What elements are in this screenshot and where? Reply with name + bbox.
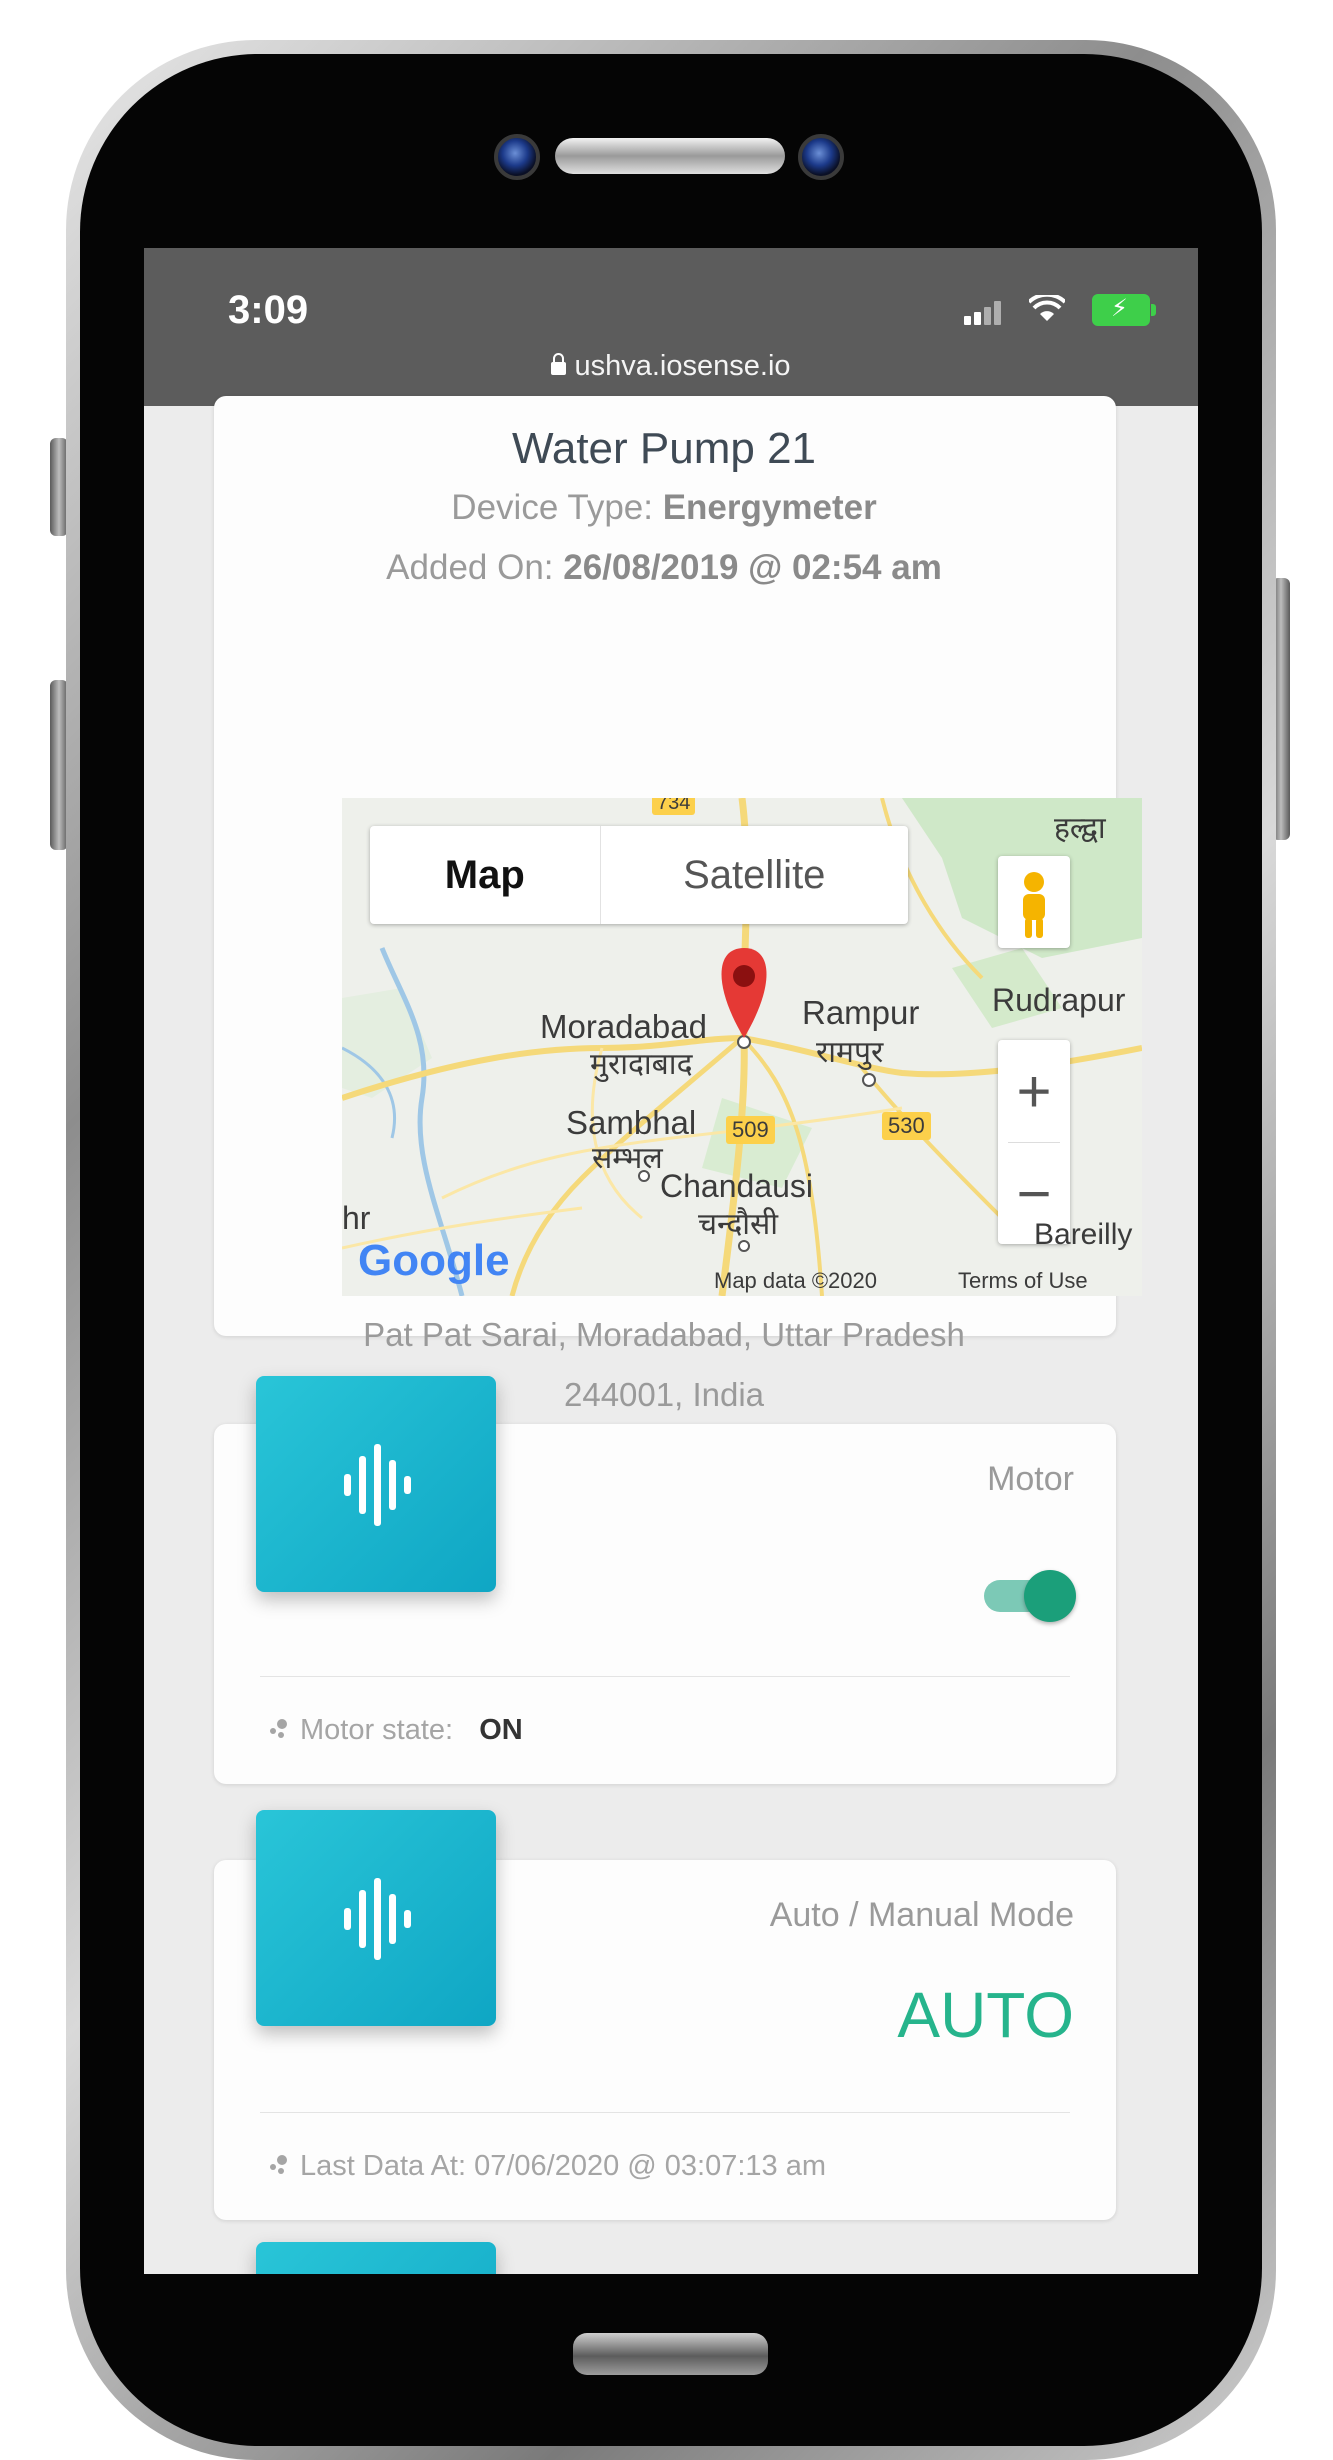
status-dots-icon (268, 2150, 288, 2174)
map-label-haldwani: हल्द्वा (1054, 812, 1106, 845)
map-label-hr: hr (342, 1200, 371, 1236)
phone-screen: 3:09 ⚡ ushva.iosense.io Water Pump 21 De… (144, 248, 1198, 2274)
lock-icon (551, 353, 567, 375)
map-terms-link[interactable]: Terms of Use (958, 1268, 1088, 1294)
zoom-divider (1008, 1142, 1060, 1143)
map-tab[interactable]: Map (370, 826, 601, 924)
map-label-rudrapur: Rudrapur (992, 982, 1126, 1018)
next-tile (256, 2242, 496, 2274)
status-time: 3:09 (228, 288, 309, 332)
motor-state: Motor state: ON (268, 1714, 523, 1747)
proximity-sensor (798, 134, 844, 180)
device-title: Water Pump 21 (511, 424, 817, 473)
wifi-icon (1027, 292, 1067, 332)
address-bar[interactable]: ushva.iosense.io (144, 350, 1198, 383)
added-on-value: 26/08/2019 @ 02:54 am (563, 548, 942, 587)
added-on: Added On: 26/08/2019 @ 02:54 am (214, 548, 1114, 588)
motor-toggle[interactable] (984, 1566, 1084, 1626)
device-type-label: Device Type: (451, 488, 663, 527)
address-line-1: Pat Pat Sarai, Moradabad, Uttar Pradesh (363, 1316, 965, 1353)
google-logo: Google (358, 1236, 510, 1285)
sound-wave-icon (344, 1878, 411, 1960)
map-label-bareilly: Bareilly (1034, 1218, 1133, 1251)
status-dots-icon (268, 1714, 288, 1738)
map-label-chandausi-hindi: चन्दौसी (698, 1208, 779, 1241)
map-label-road-509: 509 (726, 1116, 775, 1144)
map-label-road-734: 734 (652, 798, 696, 815)
mode-title: Auto / Manual Mode (769, 1896, 1074, 1934)
device-type: Device Type: Energymeter (214, 488, 1114, 528)
sound-wave-icon (344, 1444, 411, 1526)
motor-state-label: Motor state: (300, 1714, 454, 1746)
map-label-rampur: Rampur (802, 994, 920, 1031)
front-camera (494, 134, 540, 180)
motor-toggle-knob (1024, 1570, 1076, 1622)
earpiece-speaker (555, 138, 785, 174)
map-label-road-530: 530 (882, 1112, 931, 1140)
zoom-in-button[interactable]: + (998, 1040, 1070, 1142)
last-data-text: Last Data At: 07/06/2020 @ 03:07:13 am (300, 2150, 827, 2182)
satellite-tab[interactable]: Satellite (601, 826, 908, 924)
zoom-controls: + − (998, 1040, 1070, 1244)
home-button[interactable] (573, 2333, 768, 2375)
mode-card-divider (260, 2112, 1070, 2113)
device-type-value: Energymeter (662, 488, 877, 527)
map-label-moradabad: Moradabad (540, 1008, 707, 1045)
location-map[interactable]: Map Satellite + − हल्द्वा 734 Moradabad … (342, 798, 1142, 1296)
map-label-moradabad-hindi: मुरादाबाद (590, 1048, 693, 1081)
device-info-card: Water Pump 21 Device Type: Energymeter A… (214, 396, 1142, 1413)
url-text: ushva.iosense.io (574, 350, 791, 382)
map-type-toggle: Map Satellite (370, 826, 908, 924)
map-label-sambhal-hindi: सम्भल (592, 1142, 663, 1175)
mode-tile (256, 1810, 496, 2026)
map-label-rampur-hindi: रामपुर (816, 1036, 884, 1069)
motor-title: Motor (987, 1460, 1074, 1498)
motor-tile (256, 1376, 496, 1592)
last-data: Last Data At: 07/06/2020 @ 03:07:13 am (268, 2150, 826, 2183)
street-view-pegman-icon[interactable] (998, 856, 1070, 948)
map-label-chandausi: Chandausi (660, 1168, 813, 1204)
motor-state-value: ON (479, 1714, 523, 1746)
battery-charging-icon: ⚡ (1092, 294, 1156, 326)
motor-card-divider (260, 1676, 1070, 1677)
map-attribution: Map data ©2020 (714, 1268, 877, 1293)
mode-value: AUTO (897, 1979, 1074, 2051)
added-on-label: Added On: (386, 548, 564, 587)
status-bar: 3:09 ⚡ ushva.iosense.io (144, 248, 1198, 406)
